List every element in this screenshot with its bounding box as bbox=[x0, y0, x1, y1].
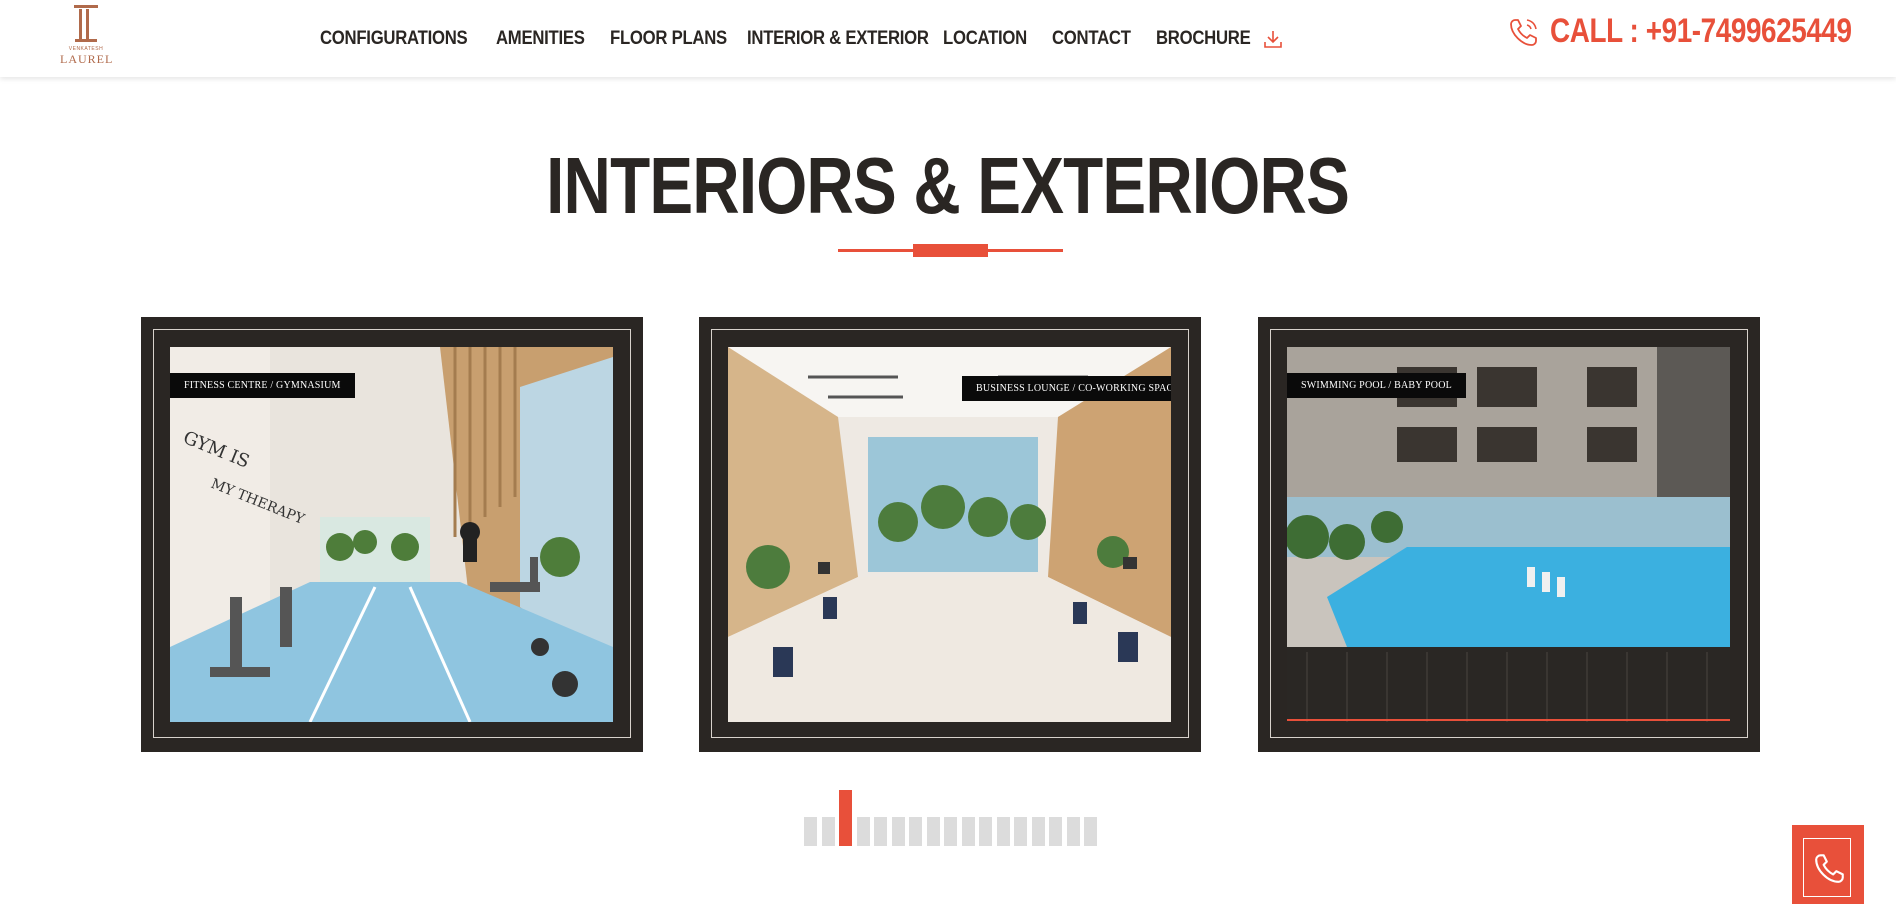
section-title: INTERIORS & EXTERIORS bbox=[546, 141, 1351, 230]
gallery-card-pool[interactable]: SWIMMING POOL / BABY POOL bbox=[1258, 317, 1760, 752]
gallery-card-lounge[interactable]: BUSINESS LOUNGE / CO-WORKING SPACE bbox=[699, 317, 1201, 752]
card-label: BUSINESS LOUNGE / CO-WORKING SPACE bbox=[962, 376, 1171, 401]
carousel-dot[interactable] bbox=[874, 817, 887, 846]
carousel-dot[interactable] bbox=[961, 817, 975, 846]
carousel-dot[interactable] bbox=[1066, 817, 1080, 846]
call-number[interactable]: CALL : +91-7499625449 bbox=[1550, 12, 1852, 51]
carousel-dot[interactable] bbox=[839, 790, 852, 846]
floating-call-button[interactable] bbox=[1792, 825, 1864, 904]
nav-contact[interactable]: CONTACT bbox=[1052, 28, 1144, 50]
lounge-image: BUSINESS LOUNGE / CO-WORKING SPACE bbox=[728, 347, 1171, 722]
pool-image: SWIMMING POOL / BABY POOL bbox=[1287, 347, 1730, 722]
pillar-logo-icon bbox=[74, 5, 98, 42]
carousel-dot[interactable] bbox=[1084, 817, 1097, 846]
logo-brand-text: LAUREL bbox=[60, 52, 114, 66]
carousel-dot[interactable] bbox=[996, 817, 1010, 846]
header-call[interactable]: CALL : +91-7499625449 bbox=[1508, 12, 1852, 51]
gallery-card-gym[interactable]: GYM IS MY THERAPY FITNESS CENTRE / GYMNA… bbox=[141, 317, 643, 752]
carousel-dot[interactable] bbox=[1031, 817, 1045, 846]
nav-floor-plans[interactable]: FLOOR PLANS bbox=[610, 28, 731, 50]
carousel-dot[interactable] bbox=[979, 817, 992, 846]
carousel-pagination bbox=[804, 790, 1102, 846]
card-label: FITNESS CENTRE / GYMNASIUM bbox=[170, 373, 355, 398]
carousel-dot[interactable] bbox=[1014, 817, 1027, 846]
brand-logo[interactable]: VENKATESH LAUREL bbox=[60, 4, 112, 74]
card-label: SWIMMING POOL / BABY POOL bbox=[1287, 373, 1466, 398]
nav-amenities[interactable]: AMENITIES bbox=[496, 28, 596, 50]
phone-icon bbox=[1510, 18, 1537, 46]
gym-image: GYM IS MY THERAPY FITNESS CENTRE / GYMNA… bbox=[170, 347, 613, 722]
title-divider bbox=[838, 244, 1063, 258]
site-header: VENKATESH LAUREL CONFIGURATIONS AMENITIE… bbox=[0, 0, 1896, 77]
carousel-dot[interactable] bbox=[1049, 817, 1062, 846]
carousel-dot[interactable] bbox=[909, 817, 922, 846]
nav-interior-exterior[interactable]: INTERIOR & EXTERIOR bbox=[747, 28, 929, 50]
download-icon[interactable] bbox=[1262, 28, 1284, 50]
main-nav: CONFIGURATIONS AMENITIES FLOOR PLANS INT… bbox=[320, 0, 1256, 77]
carousel-dot[interactable] bbox=[891, 817, 905, 846]
phone-icon bbox=[1815, 854, 1844, 883]
nav-location[interactable]: LOCATION bbox=[943, 28, 1039, 50]
carousel-dot[interactable] bbox=[821, 817, 835, 846]
nav-configurations[interactable]: CONFIGURATIONS bbox=[320, 28, 475, 50]
carousel-dot[interactable] bbox=[804, 817, 817, 846]
carousel-dot[interactable] bbox=[856, 817, 870, 846]
carousel-dot[interactable] bbox=[944, 817, 957, 846]
carousel-dot[interactable] bbox=[926, 817, 940, 846]
nav-brochure[interactable]: BROCHURE bbox=[1156, 28, 1251, 50]
